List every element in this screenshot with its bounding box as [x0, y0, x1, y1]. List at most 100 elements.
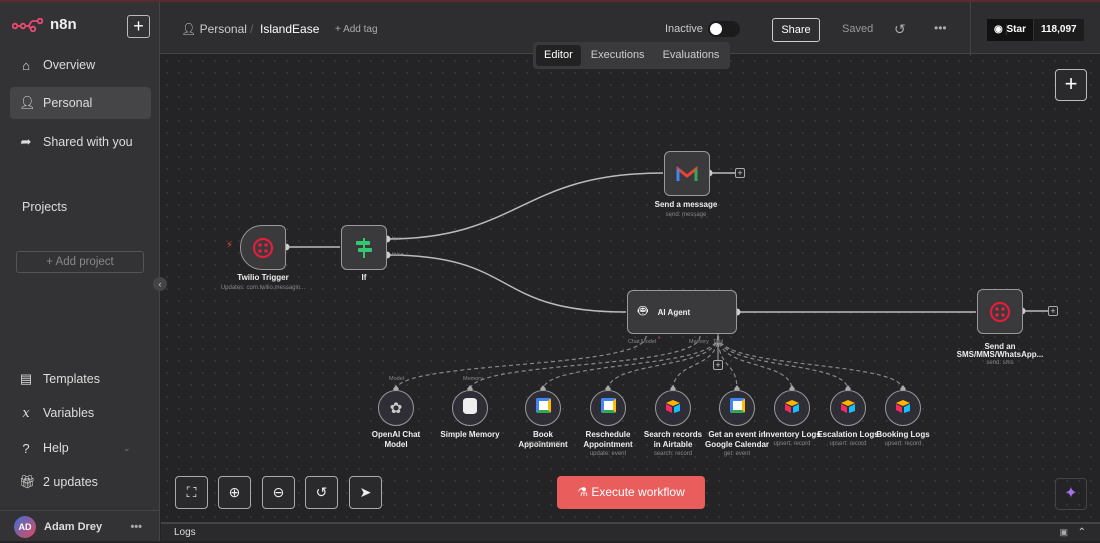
- sidebar-item-shared[interactable]: ➦ Shared with you: [10, 126, 151, 158]
- google-calendar-icon: [535, 398, 551, 418]
- logs-panel[interactable]: Logs ⌃ ▣: [161, 522, 1100, 541]
- sidebar-item-label: Help: [43, 441, 69, 455]
- node-twilio-trigger[interactable]: [240, 225, 286, 270]
- node-subtitle: upsert: record: [884, 441, 922, 447]
- sidebar-item-help[interactable]: ? Help ⌄: [10, 432, 151, 464]
- sidebar-item-label: Overview: [43, 58, 96, 72]
- add-node-plus-icon[interactable]: +: [735, 168, 745, 178]
- sub-node-openai-chat-model[interactable]: ✿: [378, 390, 414, 426]
- create-new-button[interactable]: +: [127, 15, 150, 38]
- brand-name: n8n: [50, 16, 77, 33]
- node-send-message[interactable]: [664, 151, 710, 196]
- add-tag-button[interactable]: + Add tag: [335, 24, 378, 35]
- sub-node-reschedule-appointment[interactable]: [590, 390, 626, 426]
- tidy-up-button[interactable]: ➤: [349, 476, 382, 509]
- add-project-button[interactable]: + Add project: [16, 251, 144, 273]
- more-options-icon[interactable]: •••: [934, 21, 947, 35]
- more-icon[interactable]: •••: [130, 521, 142, 533]
- help-icon: ?: [22, 440, 30, 456]
- sidebar-item-label: Personal: [43, 96, 93, 110]
- node-subtitle: Updates: com.twilio.messagin...: [220, 285, 306, 291]
- sidebar-item-updates[interactable]: 🎁︎ 2 updates: [10, 466, 151, 498]
- tab-evaluations[interactable]: Evaluations: [655, 45, 728, 66]
- node-send-sms[interactable]: [977, 289, 1023, 334]
- sub-node-simple-memory[interactable]: [452, 390, 488, 426]
- node-if[interactable]: [341, 225, 387, 270]
- sidebar-item-variables[interactable]: x Variables: [10, 397, 151, 429]
- tab-editor[interactable]: Editor: [536, 45, 581, 66]
- node-subtitle: send: message: [665, 212, 707, 218]
- avatar: AD: [14, 516, 36, 538]
- github-star-button[interactable]: ◉ Star 118,097: [987, 19, 1084, 41]
- sidebar-item-label: Templates: [43, 372, 100, 386]
- node-label: Reschedule Appointment: [583, 430, 633, 449]
- port-label-true: true: [392, 236, 402, 242]
- execute-workflow-button[interactable]: ⚗︎ Execute workflow: [557, 476, 705, 509]
- sub-node-get-an-event-in-google-calendar[interactable]: [719, 390, 755, 426]
- breadcrumb-project[interactable]: Personal: [200, 22, 247, 36]
- sidebar-item-personal[interactable]: 👤︎ Personal: [10, 87, 151, 119]
- user-menu[interactable]: AD Adam Drey •••: [0, 510, 160, 543]
- zoom-out-icon: ⊖: [272, 484, 285, 500]
- active-toggle[interactable]: [708, 21, 740, 37]
- twilio-icon: [989, 301, 1011, 322]
- node-label: Book Appointment: [518, 430, 568, 449]
- breadcrumb[interactable]: 👤︎ Personal: [181, 22, 247, 36]
- node-subtitle: send: sms: [986, 360, 1014, 366]
- status-label: Inactive: [665, 23, 703, 35]
- collapse-sidebar-button[interactable]: ‹: [153, 277, 167, 291]
- airtable-icon: [895, 399, 911, 418]
- node-label: SMS/MMS/WhatsApp...: [956, 350, 1044, 359]
- port-label-memory: Memory: [689, 339, 709, 345]
- open-nodes-panel-button[interactable]: +: [1055, 69, 1087, 101]
- fit-view-button[interactable]: ⛶: [175, 476, 208, 509]
- sidebar-item-overview[interactable]: ⌂ Overview: [10, 49, 151, 81]
- sidebar-item-label: Shared with you: [43, 135, 133, 149]
- add-tool-plus-icon[interactable]: +: [713, 360, 723, 370]
- node-subtitle: get: event: [723, 451, 751, 457]
- sub-node-search-records-in-airtable[interactable]: [655, 390, 691, 426]
- port-label-chat-model: Chat Model: [628, 339, 657, 345]
- database-icon: [463, 397, 477, 419]
- node-label: Simple Memory: [440, 430, 500, 439]
- n8n-logo[interactable]: n8n: [12, 16, 77, 33]
- chevron-up-icon[interactable]: ⌃: [1078, 524, 1086, 541]
- required-marker: *: [658, 337, 661, 343]
- sidebar: n8n + ⌂ Overview 👤︎ Personal ➦ Shared with …: [0, 0, 160, 541]
- sparkle-icon: ✦: [1064, 485, 1078, 502]
- zoom-out-button[interactable]: ⊖: [262, 476, 295, 509]
- airtable-icon: [665, 399, 681, 418]
- templates-icon: ▤: [19, 371, 33, 386]
- reset-zoom-button[interactable]: ↺: [305, 476, 338, 509]
- popout-icon[interactable]: ▣: [1059, 524, 1068, 541]
- tab-executions[interactable]: Executions: [583, 45, 653, 66]
- zoom-in-icon: ⊕: [228, 484, 241, 500]
- github-star-count: 118,097: [1032, 19, 1084, 41]
- history-icon[interactable]: ↺: [894, 21, 906, 38]
- saved-status: Saved: [842, 23, 874, 35]
- sub-node-book-appointment[interactable]: [525, 390, 561, 426]
- sub-node-booking-logs[interactable]: [885, 390, 921, 426]
- node-label: If: [361, 273, 367, 282]
- github-star-label: Star: [1005, 24, 1026, 35]
- port-label-false: false: [392, 252, 404, 258]
- divider: [970, 2, 971, 56]
- node-label: Booking Logs: [876, 430, 930, 439]
- ai-assistant-button[interactable]: ✦: [1055, 478, 1087, 510]
- sidebar-item-templates[interactable]: ▤ Templates: [10, 363, 151, 395]
- openai-icon: ✿: [389, 399, 403, 417]
- port-label: Model: [389, 376, 404, 382]
- add-node-plus-icon[interactable]: +: [1048, 306, 1058, 316]
- airtable-icon: [784, 399, 800, 418]
- sub-node-escalation-logs[interactable]: [830, 390, 866, 426]
- google-calendar-icon: [729, 398, 745, 418]
- node-label: OpenAI Chat Model: [371, 430, 421, 449]
- view-tabs: Editor Executions Evaluations: [533, 42, 731, 69]
- share-button[interactable]: Share: [772, 18, 820, 42]
- broom-icon: ➤: [359, 484, 372, 500]
- zoom-in-button[interactable]: ⊕: [218, 476, 251, 509]
- n8n-logo-icon: [12, 17, 44, 32]
- workflow-name[interactable]: IslandEase: [260, 22, 319, 36]
- sub-node-inventory-logs[interactable]: [774, 390, 810, 426]
- node-ai-agent[interactable]: 🤖︎ AI Agent: [627, 290, 737, 334]
